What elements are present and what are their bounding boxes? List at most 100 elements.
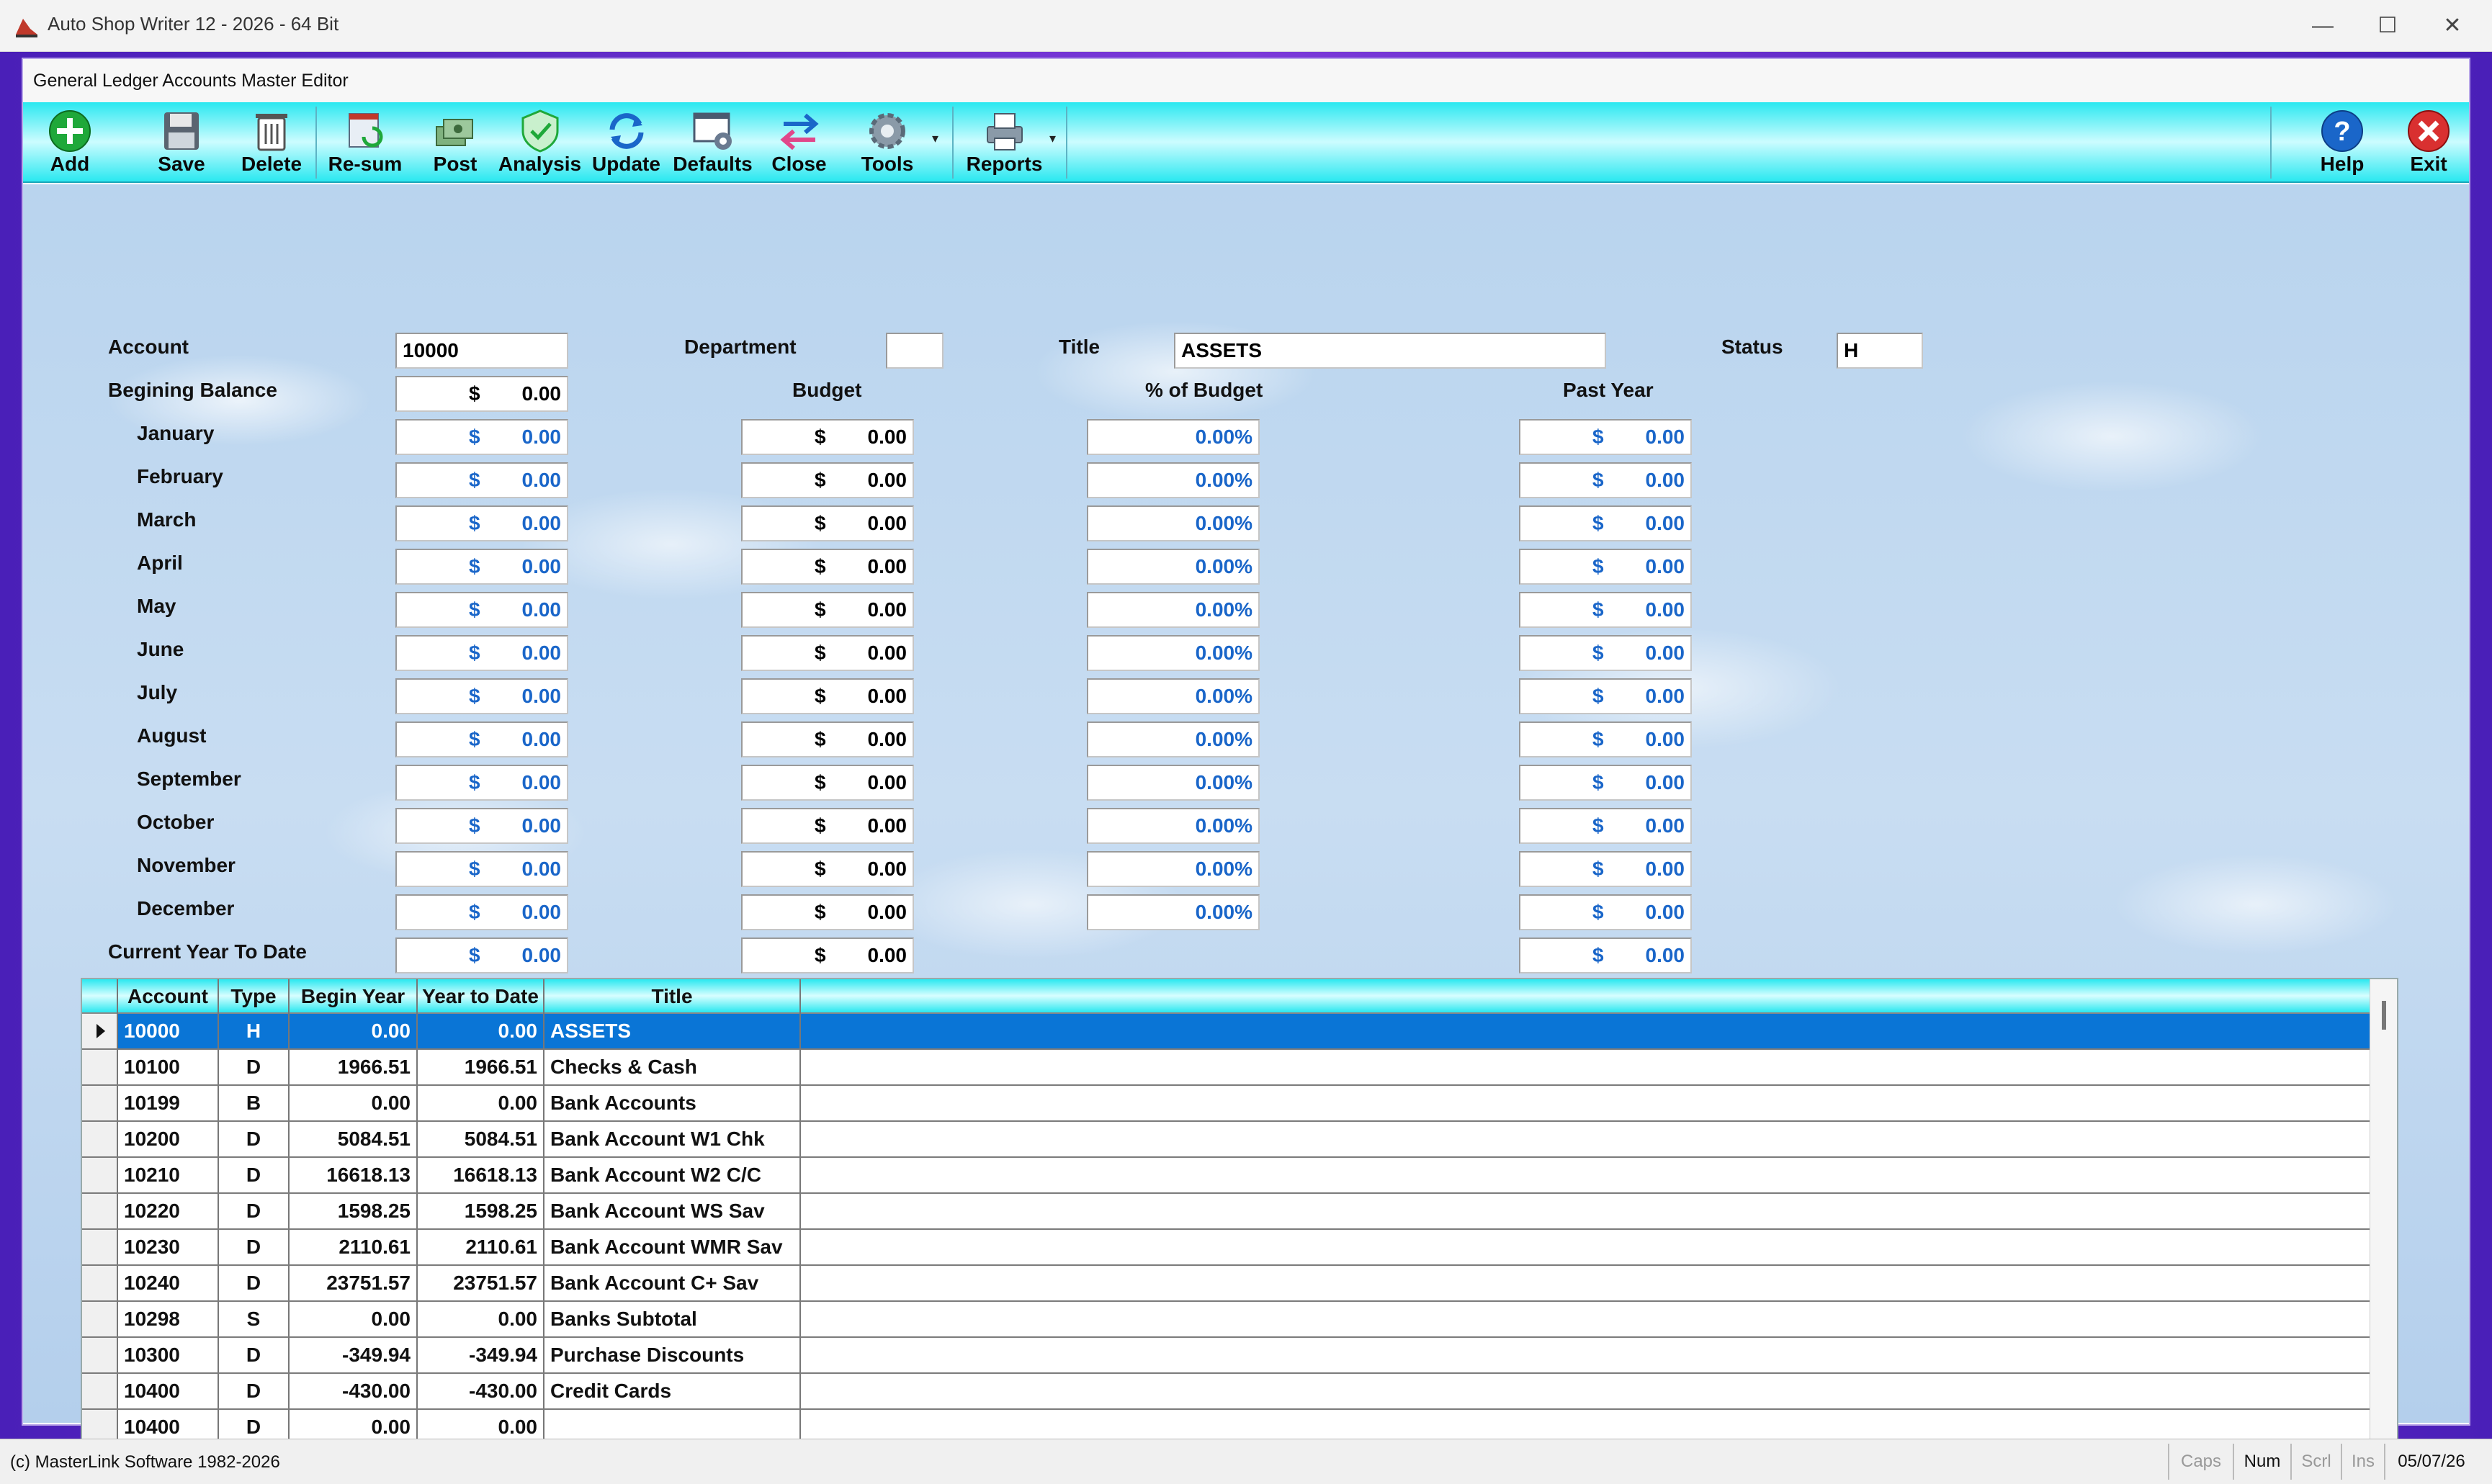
month-past-year-input[interactable]: $0.00 xyxy=(1519,721,1692,757)
delete-button[interactable]: Delete xyxy=(225,102,318,183)
tools-button[interactable]: Tools xyxy=(844,102,931,183)
table-row[interactable]: 10300 D -349.94 -349.94 Purchase Discounts xyxy=(82,1338,2371,1374)
add-button[interactable]: Add xyxy=(23,102,117,183)
month-amount-input[interactable]: $0.00 xyxy=(395,851,568,887)
month-past-year-input[interactable]: $0.00 xyxy=(1519,635,1692,671)
month-budget-input[interactable]: $0.00 xyxy=(741,765,914,801)
month-past-year-input[interactable]: $0.00 xyxy=(1519,765,1692,801)
month-budget-input[interactable]: $0.00 xyxy=(741,505,914,541)
accounts-grid[interactable]: Account Type Begin Year Year to Date Title 10… xyxy=(81,978,2398,1453)
row-header[interactable] xyxy=(82,1374,118,1408)
month-past-year-input[interactable]: $0.00 xyxy=(1519,462,1692,498)
month-budget-input[interactable]: $0.00 xyxy=(741,721,914,757)
month-past-year-input[interactable]: $0.00 xyxy=(1519,419,1692,455)
month-budget-value: 0.00 xyxy=(867,901,907,923)
month-past-year-input[interactable]: $0.00 xyxy=(1519,808,1692,844)
table-row[interactable]: 10199 B 0.00 0.00 Bank Accounts xyxy=(82,1086,2371,1122)
update-button[interactable]: Update xyxy=(585,102,668,183)
row-header[interactable] xyxy=(82,1050,118,1084)
month-amount-input[interactable]: $0.00 xyxy=(395,505,568,541)
month-amount-input[interactable]: $0.00 xyxy=(395,462,568,498)
month-amount-value: 0.00 xyxy=(521,642,562,664)
table-row[interactable]: 10298 S 0.00 0.00 Banks Subtotal xyxy=(82,1302,2371,1338)
month-amount-input[interactable]: $0.00 xyxy=(395,592,568,628)
column-header[interactable]: Account xyxy=(118,979,219,1014)
table-row[interactable]: 10210 D 16618.13 16618.13 Bank Account W2 C/… xyxy=(82,1158,2371,1194)
row-header[interactable] xyxy=(82,1230,118,1264)
month-budget-input[interactable]: $0.00 xyxy=(741,678,914,714)
month-budget-input[interactable]: $0.00 xyxy=(741,549,914,585)
month-amount-input[interactable]: $0.00 xyxy=(395,419,568,455)
row-header[interactable] xyxy=(82,1194,118,1228)
month-budget-input[interactable]: $0.00 xyxy=(741,635,914,671)
month-past-year-input[interactable]: $0.00 xyxy=(1519,549,1692,585)
month-budget-input[interactable]: $0.00 xyxy=(741,462,914,498)
row-header[interactable] xyxy=(82,1338,118,1372)
column-header[interactable]: Type xyxy=(219,979,290,1014)
defaults-button[interactable]: Defaults xyxy=(668,102,758,183)
department-input[interactable] xyxy=(886,333,944,369)
table-cell-type: D xyxy=(219,1230,290,1264)
close-button[interactable]: Close xyxy=(758,102,841,183)
month-past-year-input[interactable]: $0.00 xyxy=(1519,894,1692,930)
table-row[interactable]: 10000 H 0.00 0.00 ASSETS xyxy=(82,1014,2371,1050)
row-header[interactable] xyxy=(82,1302,118,1336)
month-amount-input[interactable]: $0.00 xyxy=(395,894,568,930)
table-row[interactable]: 10100 D 1966.51 1966.51 Checks & Cash xyxy=(82,1050,2371,1086)
month-budget-input[interactable]: $0.00 xyxy=(741,592,914,628)
analysis-button[interactable]: Analysis xyxy=(495,102,585,183)
row-header[interactable] xyxy=(82,1158,118,1192)
month-amount-input[interactable]: $0.00 xyxy=(395,765,568,801)
exit-button[interactable]: Exit xyxy=(2385,102,2472,183)
month-past-year-input[interactable]: $0.00 xyxy=(1519,505,1692,541)
month-budget-input[interactable]: $0.00 xyxy=(741,419,914,455)
save-button[interactable]: Save xyxy=(138,102,225,183)
grid-scrollbar[interactable] xyxy=(2370,979,2397,1452)
table-row[interactable]: 10220 D 1598.25 1598.25 Bank Account WS Sav xyxy=(82,1194,2371,1230)
table-row[interactable]: 10230 D 2110.61 2110.61 Bank Account WMR Sav xyxy=(82,1230,2371,1266)
table-cell-type: H xyxy=(219,1014,290,1048)
post-button[interactable]: Post xyxy=(412,102,498,183)
month-budget-input[interactable]: $0.00 xyxy=(741,894,914,930)
month-budget-input[interactable]: $0.00 xyxy=(741,851,914,887)
table-cell-begin: 0.00 xyxy=(290,1014,418,1048)
column-header[interactable]: Year to Date xyxy=(418,979,544,1014)
minimize-button[interactable]: — xyxy=(2290,7,2355,45)
table-cell-type: B xyxy=(219,1086,290,1120)
month-amount-input[interactable]: $0.00 xyxy=(395,678,568,714)
reports-button[interactable]: Reports xyxy=(959,102,1049,183)
maximize-button[interactable]: ☐ xyxy=(2355,7,2420,45)
begin-balance-input[interactable]: $0.00 xyxy=(395,376,568,412)
help-button[interactable]: ? Help xyxy=(2299,102,2385,183)
row-header[interactable] xyxy=(82,1266,118,1300)
table-row[interactable]: 10400 D -430.00 -430.00 Credit Cards xyxy=(82,1374,2371,1410)
account-input[interactable]: 10000 xyxy=(395,333,568,369)
row-header[interactable] xyxy=(82,1014,118,1048)
table-row[interactable]: 10200 D 5084.51 5084.51 Bank Account W1 Chk xyxy=(82,1122,2371,1158)
department-label: Department xyxy=(684,336,797,358)
month-pct-budget: 0.00% xyxy=(1087,765,1260,801)
month-amount-input[interactable]: $0.00 xyxy=(395,549,568,585)
grid-scroll-thumb[interactable] xyxy=(2382,1001,2386,1030)
row-header[interactable] xyxy=(82,1086,118,1120)
month-budget-input[interactable]: $0.00 xyxy=(741,808,914,844)
month-amount-input[interactable]: $0.00 xyxy=(395,721,568,757)
close-window-button[interactable]: ✕ xyxy=(2420,7,2485,45)
title-input[interactable]: ASSETS xyxy=(1174,333,1606,369)
post-icon xyxy=(436,119,473,146)
resum-icon xyxy=(349,113,383,148)
column-header[interactable]: Begin Year xyxy=(290,979,418,1014)
month-past-year-input[interactable]: $0.00 xyxy=(1519,851,1692,887)
row-header[interactable] xyxy=(82,1122,118,1156)
month-amount-input[interactable]: $0.00 xyxy=(395,808,568,844)
month-budget-value: 0.00 xyxy=(867,685,907,707)
month-past-year-input[interactable]: $0.00 xyxy=(1519,678,1692,714)
table-row[interactable]: 10240 D 23751.57 23751.57 Bank Account C+ Sa… xyxy=(82,1266,2371,1302)
tools-dropdown-caret-icon[interactable]: ▾ xyxy=(932,131,938,146)
column-header[interactable]: Title xyxy=(544,979,801,1014)
reports-dropdown-caret-icon[interactable]: ▾ xyxy=(1049,131,1056,146)
month-amount-input[interactable]: $0.00 xyxy=(395,635,568,671)
status-input[interactable]: H xyxy=(1837,333,1923,369)
month-past-year-input[interactable]: $0.00 xyxy=(1519,592,1692,628)
resum-button[interactable]: Re-sum xyxy=(318,102,412,183)
